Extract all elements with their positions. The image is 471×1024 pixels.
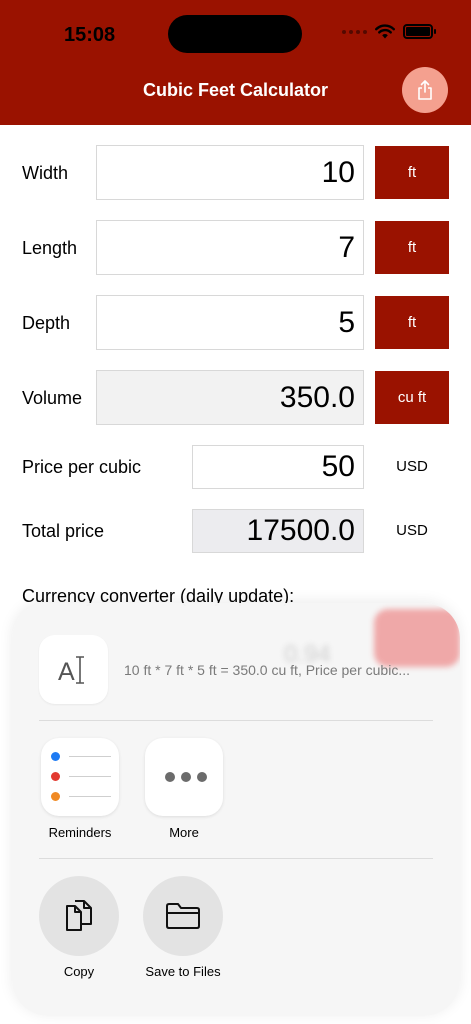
status-time: 15:08 — [64, 24, 116, 46]
battery-icon — [403, 24, 436, 39]
price-input[interactable]: 50 — [192, 445, 364, 489]
volume-output: 350.0 — [96, 370, 364, 425]
volume-label: Volume — [22, 388, 83, 408]
width-input[interactable]: 10 — [96, 145, 364, 200]
reminders-label: Reminders — [48, 825, 112, 840]
more-icon — [165, 772, 207, 782]
price-currency: USD — [396, 458, 428, 475]
width-unit-button[interactable]: ft — [375, 146, 449, 199]
length-input[interactable]: 7 — [96, 220, 364, 275]
share-icon — [418, 80, 432, 100]
reminders-app-button[interactable] — [41, 738, 119, 816]
more-app-button[interactable] — [145, 738, 223, 816]
more-label: More — [169, 825, 199, 840]
total-currency: USD — [396, 522, 428, 539]
share-sheet: 0.94 A 10 ft * 7 ft * 5 ft = 350.0 cu ft… — [12, 603, 460, 1016]
copy-button[interactable] — [39, 876, 119, 956]
currency-button-peek — [374, 609, 460, 667]
svg-text:A: A — [58, 658, 75, 686]
sheet-divider — [39, 720, 433, 721]
width-label: Width — [22, 163, 69, 183]
total-label: Total price — [22, 521, 105, 541]
page-title: Cubic Feet Calculator — [142, 80, 329, 100]
app-header: 15:08 Cubic Feet Calculator — [0, 0, 471, 125]
save-to-files-label: Save to Files — [145, 964, 221, 979]
depth-unit-button[interactable]: ft — [375, 296, 449, 349]
wifi-icon — [375, 24, 395, 39]
total-output: 17500.0 — [192, 509, 364, 553]
sheet-divider — [39, 858, 433, 859]
folder-icon — [166, 903, 200, 929]
share-preview-text: 10 ft * 7 ft * 5 ft = 350.0 cu ft, Price… — [124, 662, 410, 678]
length-unit-button[interactable]: ft — [375, 221, 449, 274]
copy-label: Copy — [63, 964, 95, 979]
dynamic-island — [168, 15, 302, 53]
length-label: Length — [22, 238, 78, 258]
depth-input[interactable]: 5 — [96, 295, 364, 350]
depth-label: Depth — [22, 313, 71, 333]
cellular-signal-icon — [342, 29, 367, 34]
text-document-icon: A — [39, 635, 108, 704]
copy-icon — [66, 900, 92, 931]
price-label: Price per cubic — [22, 457, 142, 477]
save-to-files-button[interactable] — [143, 876, 223, 956]
volume-unit-button[interactable]: cu ft — [375, 371, 449, 424]
status-icons — [342, 24, 436, 39]
share-button[interactable] — [402, 67, 448, 113]
